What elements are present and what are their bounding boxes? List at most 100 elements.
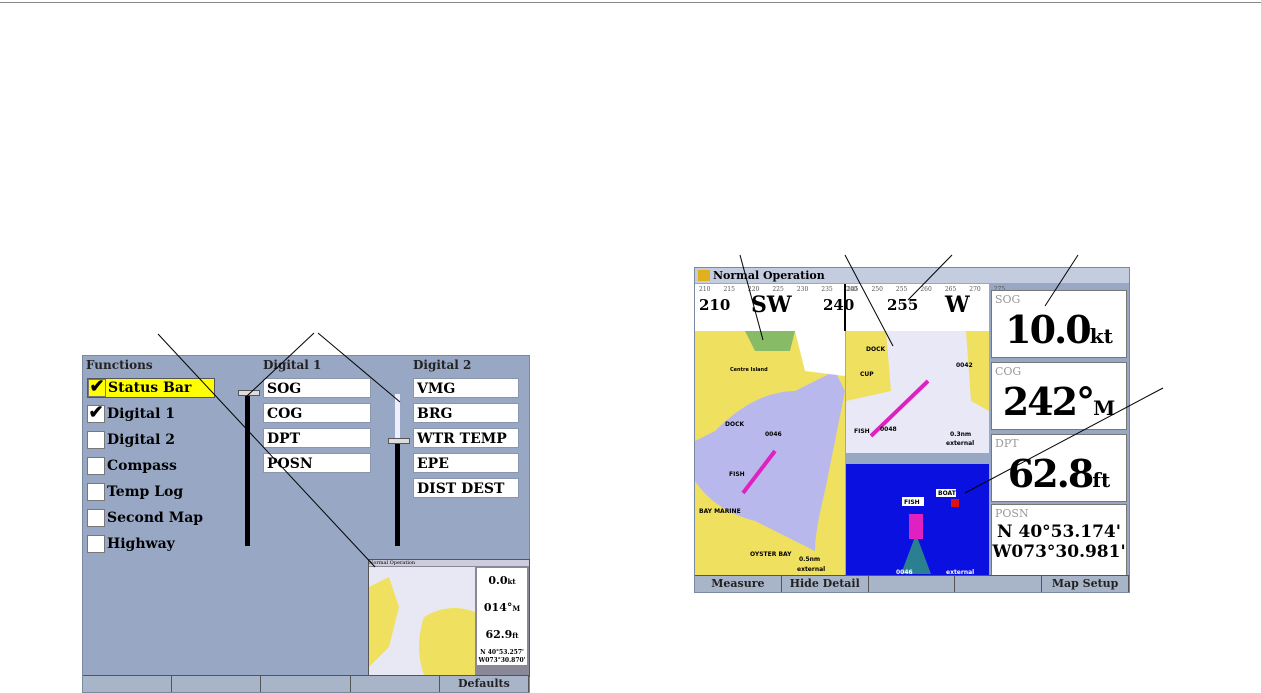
softkey-button[interactable]: [869, 576, 956, 592]
field-label: SOG: [995, 293, 1021, 306]
map-label: Centre Island: [730, 367, 768, 373]
digital2-slider-handle[interactable]: [388, 438, 410, 444]
function-option[interactable]: Second Map: [87, 508, 215, 528]
map-label: FISH: [729, 471, 745, 478]
softkey-button[interactable]: [351, 676, 440, 692]
second-map[interactable]: DOCK CUP 0042 FISH 0048 0.3nm external: [846, 331, 989, 453]
map-label: 0.3nm: [950, 431, 971, 438]
checkbox[interactable]: [87, 535, 105, 553]
digital1-slider-handle[interactable]: [238, 390, 260, 396]
compass-tick: 230: [796, 286, 809, 293]
checkbox[interactable]: [87, 431, 105, 449]
field-value: 242°M: [1002, 379, 1116, 424]
softkey-button[interactable]: [955, 576, 1043, 592]
compass-tick: 270: [969, 286, 981, 293]
map-label: CUP: [860, 371, 874, 378]
function-option[interactable]: ✔ Status Bar: [87, 378, 215, 398]
checkbox[interactable]: [87, 483, 105, 501]
softkey-button[interactable]: Hide Detail: [782, 576, 869, 592]
screen-title: Normal Operation: [713, 269, 825, 282]
app-icon: [698, 270, 710, 281]
perspective-3d-view[interactable]: FISH BOAT 0046 external: [846, 464, 989, 576]
softkey-button[interactable]: Defaults: [440, 676, 530, 692]
data-field-dpt[interactable]: DPT 62.8ft: [991, 434, 1127, 502]
field-label: DPT: [995, 437, 1019, 450]
checkbox[interactable]: ✔: [87, 404, 105, 423]
softkey-button[interactable]: Measure: [695, 576, 782, 592]
field-value: 10.0kt: [1005, 307, 1113, 352]
map-label: 0046: [765, 431, 782, 438]
heading-indicator: [844, 284, 846, 331]
map-label: DOCK: [725, 421, 744, 428]
page-rule: [0, 2, 1261, 3]
latitude: N 40°53.174': [997, 522, 1121, 542]
compass-tick: 235: [821, 286, 833, 293]
compass-number: 210: [699, 296, 731, 314]
digital1-scrollbar[interactable]: [245, 394, 250, 546]
preview-dpt: 62.9ft: [485, 628, 519, 641]
digital2-field[interactable]: WTR TEMP: [413, 428, 519, 448]
field-label: COG: [995, 365, 1022, 378]
map-label: DOCK: [866, 346, 885, 353]
navigation-map[interactable]: Centre Island DOCK 0046 FISH BAY MARINE …: [695, 331, 845, 579]
map-label: BOAT: [938, 490, 957, 497]
digital1-field[interactable]: SOG: [263, 378, 371, 398]
field-label: POSN: [995, 507, 1029, 520]
map-label: BAY MARINE: [699, 508, 741, 515]
map-label: external: [797, 566, 825, 573]
digital2-field[interactable]: DIST DEST: [413, 478, 519, 498]
function-label: Compass: [107, 458, 177, 474]
function-label: Status Bar: [108, 380, 192, 396]
digital2-field[interactable]: VMG: [413, 378, 519, 398]
data-field-sog[interactable]: SOG 10.0kt: [991, 290, 1127, 358]
digital1-field[interactable]: POSN: [263, 453, 371, 473]
digital2-scrollbar[interactable]: [395, 440, 400, 546]
function-option[interactable]: Compass: [87, 456, 215, 476]
map-label: FISH: [854, 428, 870, 435]
function-label: Second Map: [107, 510, 204, 526]
softkey-button[interactable]: [83, 676, 173, 692]
preview-thumbnail: Normal Operation 0.0kt 014°M 62.9ft N 40…: [368, 559, 530, 677]
function-label: Digital 1: [107, 406, 176, 422]
map-label: 0042: [956, 362, 973, 369]
field-value: 62.8ft: [1007, 451, 1111, 496]
compass-tick: 260: [920, 286, 932, 293]
digital2-field[interactable]: EPE: [413, 453, 519, 473]
compass-tick: 245: [847, 286, 859, 293]
softkey-button[interactable]: Map Setup: [1042, 576, 1129, 592]
map-label: OYSTER BAY: [750, 551, 792, 558]
preview-title: Normal Operation: [369, 560, 529, 566]
function-label: Temp Log: [107, 484, 184, 500]
compass-number: 255: [887, 296, 919, 314]
digital2-header: Digital 2: [413, 358, 472, 372]
preview-sog: 0.0kt: [488, 574, 516, 587]
data-field-posn[interactable]: POSN N 40°53.174' W073°30.981': [991, 504, 1127, 580]
title-bar: Normal Operation: [695, 268, 1129, 283]
map-label: FISH: [904, 499, 920, 506]
digital1-field[interactable]: COG: [263, 403, 371, 423]
longitude: W073°30.981': [992, 542, 1126, 562]
digital2-scroll-upper: [395, 394, 400, 440]
functions-header: Functions: [86, 358, 153, 372]
compass-tick: 210: [699, 286, 711, 293]
data-field-cog[interactable]: COG 242°M: [991, 362, 1127, 430]
digital1-field[interactable]: DPT: [263, 428, 371, 448]
softkey-button[interactable]: [261, 676, 351, 692]
checkbox[interactable]: [87, 457, 105, 475]
digital2-field[interactable]: BRG: [413, 403, 519, 423]
function-label: Digital 2: [107, 432, 176, 448]
preview-posn: N 40°53.257' W073°30.870': [478, 649, 526, 664]
map-label: external: [946, 440, 974, 447]
function-option[interactable]: Temp Log: [87, 482, 215, 502]
function-option[interactable]: Highway: [87, 534, 215, 554]
function-option[interactable]: Digital 2: [87, 430, 215, 450]
checkbox[interactable]: [87, 509, 105, 527]
preview-map: [369, 567, 475, 675]
map-label: 0048: [880, 426, 897, 433]
compass-strip: 210 215 220 225 230 235 240 245 250 255 260 265 270…: [695, 284, 1005, 331]
compass-tick: 215: [723, 286, 735, 293]
function-label: Highway: [107, 536, 175, 552]
function-option[interactable]: ✔ Digital 1: [87, 404, 215, 424]
softkey-button[interactable]: [172, 676, 262, 692]
checkbox[interactable]: ✔: [88, 378, 106, 397]
